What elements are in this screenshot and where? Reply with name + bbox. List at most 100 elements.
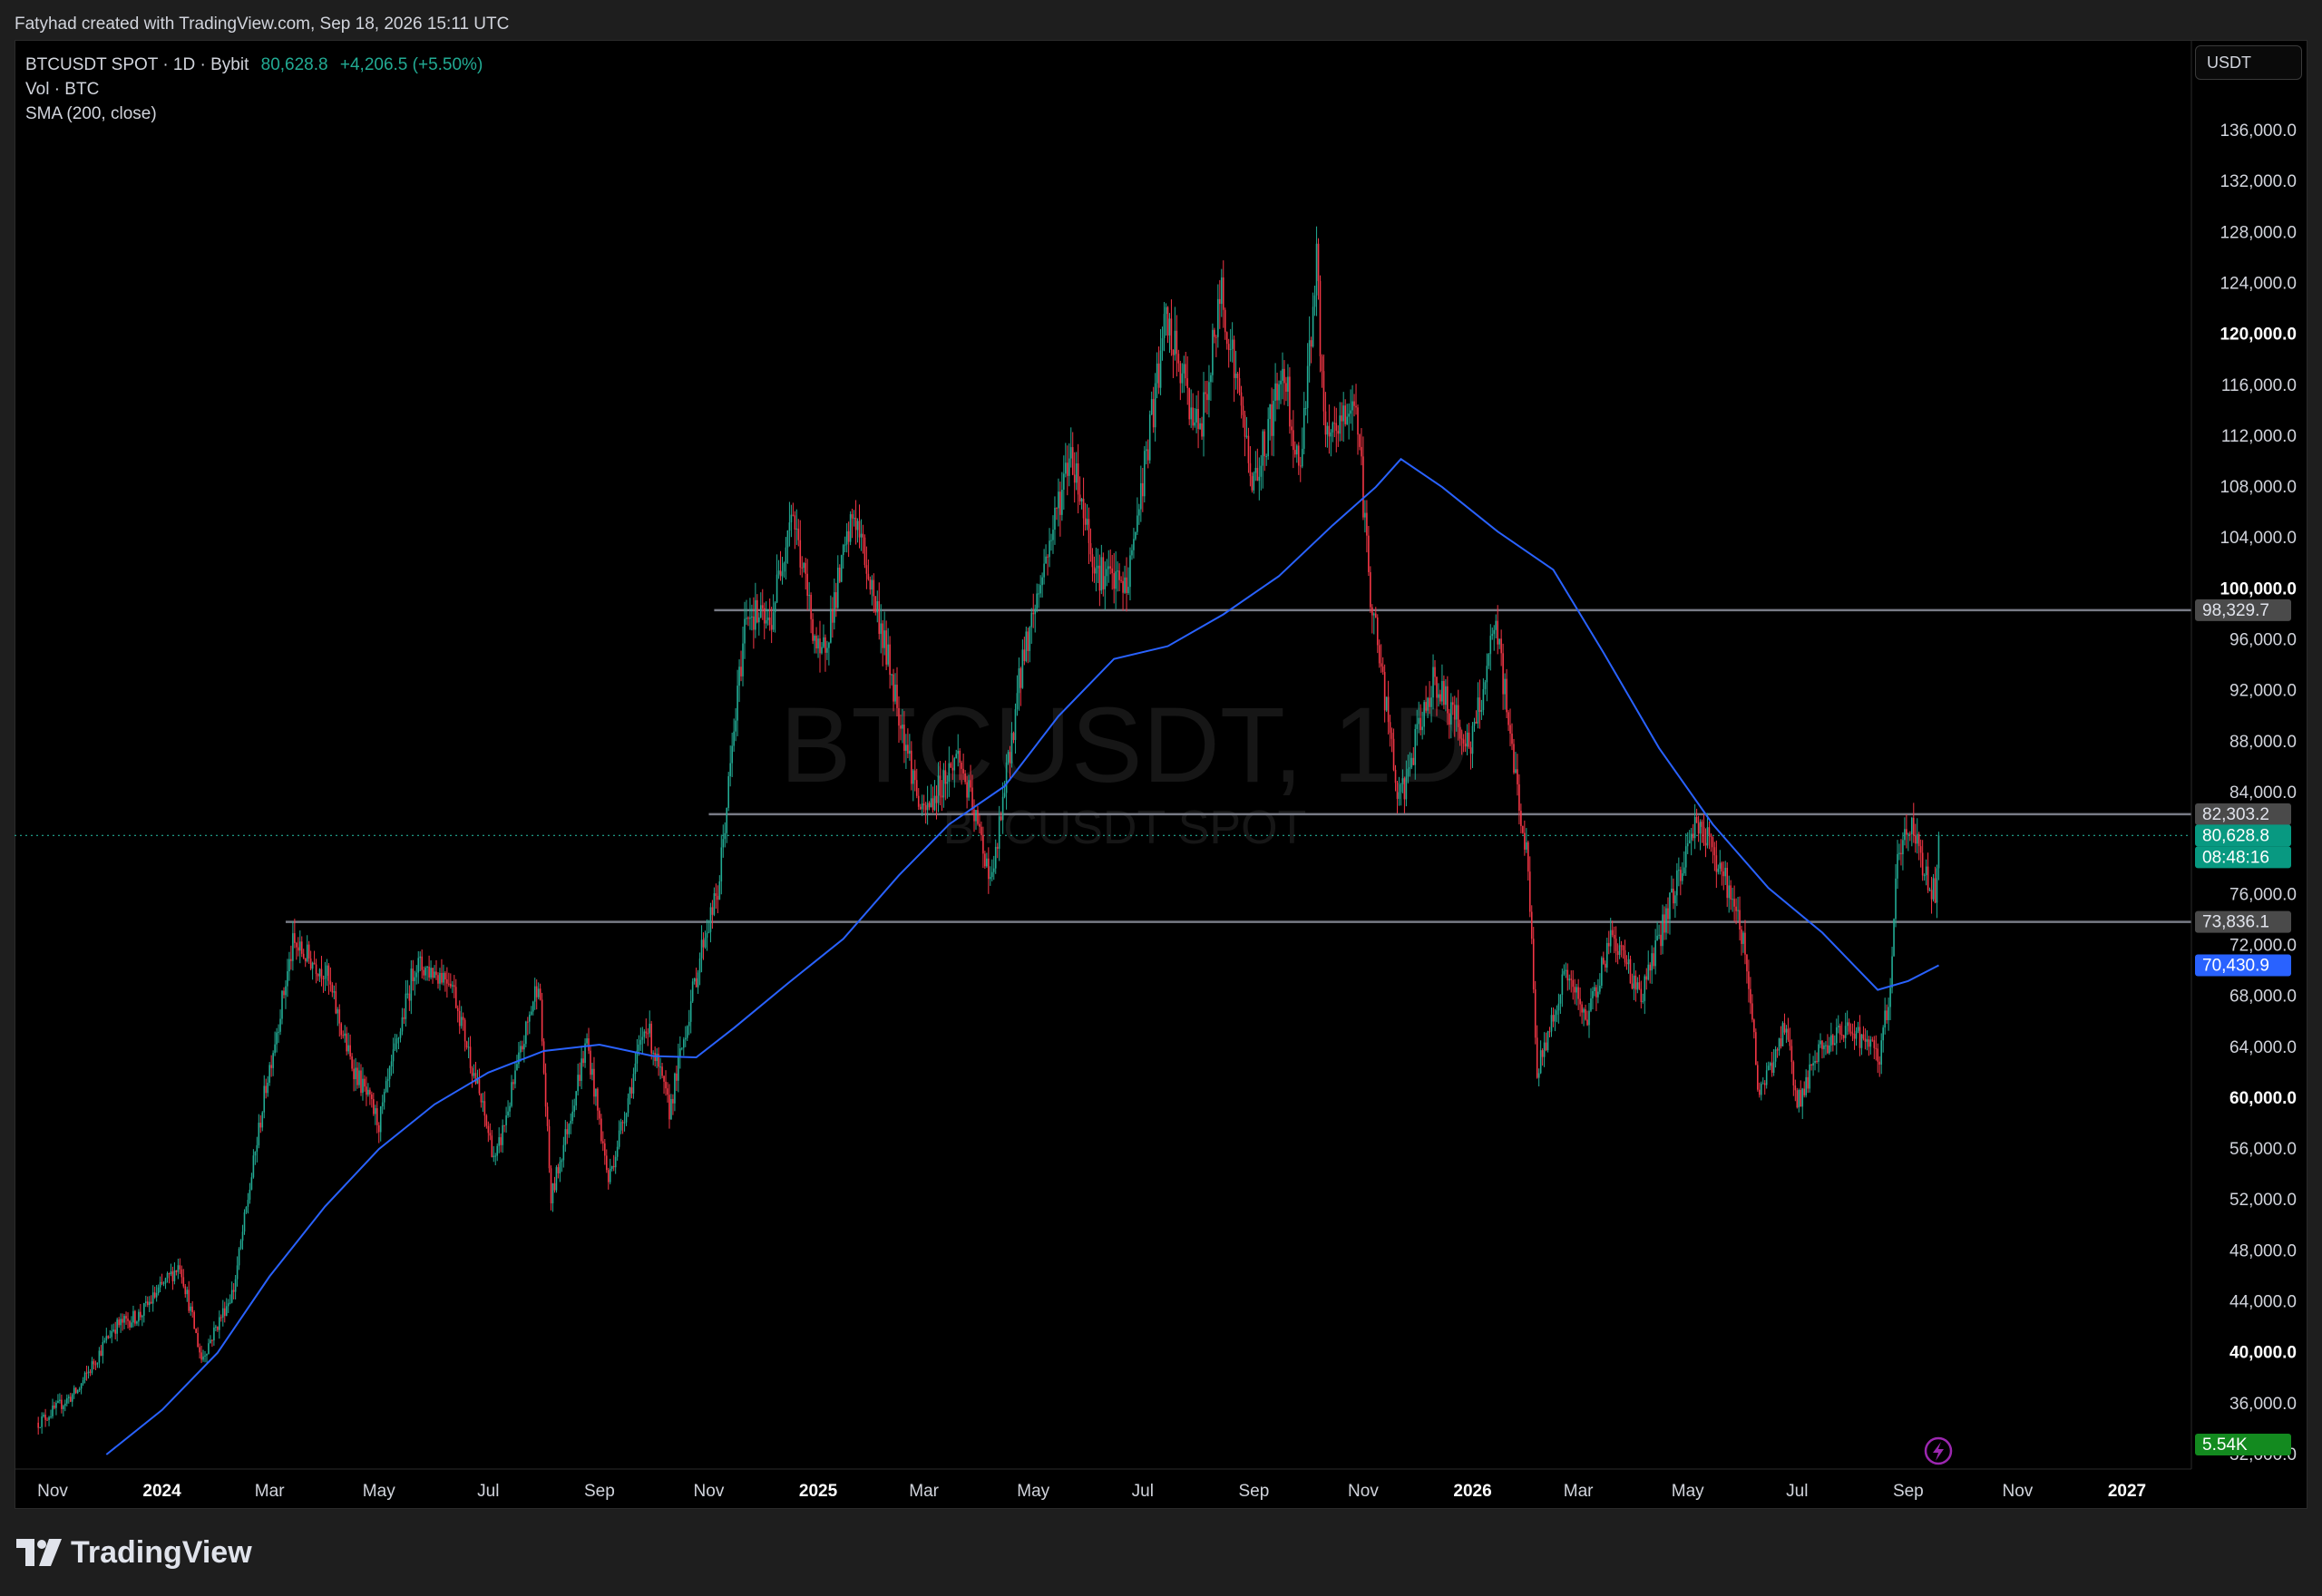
candle-body — [989, 877, 991, 880]
candle-body — [1834, 1043, 1836, 1046]
candle-body — [566, 1129, 569, 1134]
volume-value-label-text: 5.54K — [2202, 1435, 2248, 1455]
candle-body — [928, 803, 931, 808]
candle-body — [1771, 1063, 1773, 1073]
candle-body — [366, 1086, 367, 1095]
candle-body — [1111, 568, 1114, 574]
tradingview-logo[interactable]: TradingView — [16, 1533, 252, 1572]
candle-body — [177, 1265, 180, 1272]
legend-symbol: BTCUSDT SPOT · 1D · Bybit — [25, 55, 249, 74]
candle-body — [1860, 1034, 1863, 1048]
candle-body — [362, 1078, 364, 1094]
candle-body — [926, 803, 929, 811]
candle-body — [1201, 423, 1203, 437]
candle-body — [1631, 983, 1634, 989]
watermark: BTCUSDT, 1D BTCUSDT SPOT — [780, 686, 1470, 854]
candle-body — [1145, 449, 1147, 452]
price-axis: 32,000.036,000.040,000.044,000.048,000.0… — [2190, 40, 2297, 1469]
legend-symbol-row[interactable]: BTCUSDT SPOT · 1D · Bybit 80,628.8 +4,20… — [25, 53, 483, 77]
candle-body — [1518, 783, 1520, 812]
candle-body — [616, 1146, 619, 1157]
price-tick-label: 96,000.0 — [2229, 631, 2297, 650]
time-tick-label: 2025 — [799, 1482, 838, 1501]
candle-body — [557, 1167, 560, 1173]
candle-body — [483, 1101, 486, 1116]
candle-body — [190, 1306, 192, 1311]
candle-body — [801, 567, 804, 569]
candle-body — [471, 1067, 473, 1076]
currency-selector[interactable]: USDT — [2195, 45, 2302, 80]
candle-body — [688, 1021, 690, 1027]
candle-body — [204, 1355, 206, 1357]
candle-body — [1671, 888, 1673, 893]
candle-body — [1735, 906, 1737, 911]
price-chart[interactable]: BTCUSDT, 1D BTCUSDT SPOT 32,000.036,000.… — [0, 0, 2322, 1596]
candle-body — [1541, 1050, 1544, 1057]
replay-lightning-icon[interactable] — [1924, 1436, 1953, 1465]
candle-body — [1873, 1040, 1876, 1048]
candle-body — [414, 977, 416, 982]
candle-body — [674, 1073, 676, 1104]
candle-body — [439, 972, 441, 984]
candle-body — [693, 978, 696, 982]
candle-body — [930, 798, 932, 808]
candle-body — [514, 1070, 516, 1085]
candle-body — [1778, 1038, 1781, 1051]
candle-body — [709, 907, 712, 932]
candle-body — [975, 810, 977, 822]
candle-body — [682, 1039, 685, 1048]
candle-body — [588, 1038, 590, 1051]
candle-body — [1133, 539, 1135, 550]
candle-body — [1140, 482, 1142, 510]
candle-body — [1789, 1039, 1791, 1046]
candle-body — [1667, 908, 1669, 920]
candle-body — [1293, 430, 1294, 451]
candle-body — [1240, 392, 1243, 406]
candle-body — [1792, 1062, 1795, 1086]
candle-body — [530, 1011, 532, 1015]
candle-body — [1733, 899, 1735, 907]
candle-body — [924, 804, 927, 811]
candle-body — [1361, 446, 1362, 457]
candle-body — [647, 1033, 649, 1035]
candle-body — [346, 1033, 347, 1052]
candle-body — [1565, 969, 1567, 971]
candle-body — [1695, 816, 1698, 823]
candle-body — [1536, 1037, 1538, 1078]
candle-body — [1785, 1028, 1788, 1033]
candle-body — [939, 775, 941, 796]
candle-body — [1932, 878, 1935, 900]
candle-body — [856, 521, 859, 530]
candle-body — [785, 547, 787, 564]
candle-body — [1274, 383, 1276, 401]
candle-body — [434, 971, 435, 978]
candle-body — [1071, 447, 1074, 475]
candle-body — [1061, 490, 1063, 515]
candle-body — [812, 618, 814, 641]
candle-body — [842, 545, 844, 556]
candle-body — [1708, 827, 1711, 835]
candle-body — [232, 1289, 235, 1292]
candle-body — [1082, 499, 1085, 519]
candle-body — [306, 944, 308, 962]
legend-sma[interactable]: SMA (200, close) — [25, 102, 483, 126]
candle-body — [78, 1388, 81, 1391]
candle-body — [1306, 365, 1309, 408]
candle-body — [799, 540, 802, 568]
candle-body — [1436, 676, 1438, 698]
candle-body — [61, 1399, 63, 1409]
candle-body — [1203, 392, 1205, 437]
candle-body — [356, 1067, 358, 1085]
candle-body — [1693, 816, 1696, 839]
candle-body — [973, 809, 975, 822]
candle-body — [1387, 696, 1390, 723]
candle-body — [48, 1416, 50, 1420]
candle-body — [1150, 399, 1153, 415]
price-tick-label: 56,000.0 — [2229, 1140, 2297, 1159]
candle-body — [715, 893, 717, 896]
legend-volume[interactable]: Vol · BTC — [25, 77, 483, 102]
candle-body — [1265, 456, 1268, 458]
candle-body — [1651, 953, 1653, 971]
candle-body — [612, 1165, 615, 1168]
candle-body — [724, 832, 727, 840]
